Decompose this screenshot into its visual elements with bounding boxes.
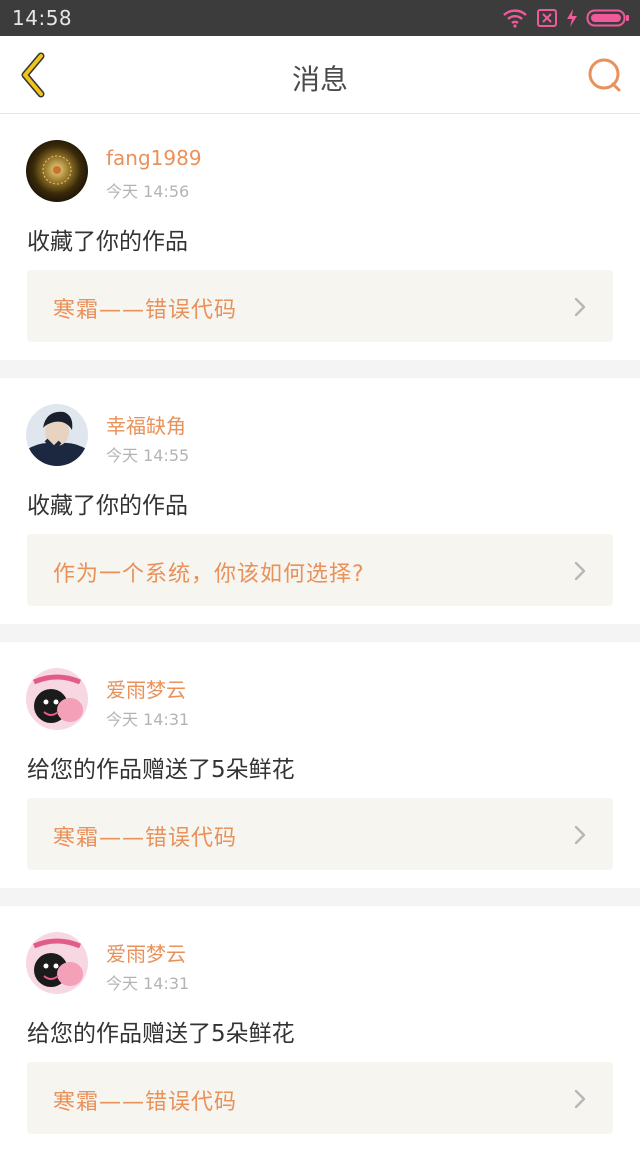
timestamp: 今天 14:56: [106, 182, 190, 201]
timestamp: 今天 14:55: [106, 446, 190, 465]
charging-icon: [567, 9, 577, 27]
message-card: 幸福缺角 今天 14:55 收藏了你的作品 作为一个系统，你该如何选择?: [0, 378, 640, 624]
chevron-right-icon: [574, 561, 586, 581]
work-title: 寒霜——错误代码: [53, 1090, 238, 1115]
avatar[interactable]: [26, 668, 88, 730]
work-link[interactable]: 寒霜——错误代码: [27, 270, 613, 342]
page-title: 消息: [291, 63, 348, 96]
avatar[interactable]: [26, 140, 88, 202]
timestamp: 今天 14:31: [106, 710, 190, 729]
avatar[interactable]: [26, 932, 88, 994]
chevron-right-icon: [574, 1089, 586, 1109]
user-name[interactable]: 爱雨梦云: [106, 674, 186, 703]
user-name[interactable]: 爱雨梦云: [106, 938, 186, 967]
search-icon: [588, 58, 621, 92]
message-card: 爱雨梦云 今天 14:31 给您的作品赠送了5朵鲜花 寒霜——错误代码: [0, 642, 640, 888]
message-card: fang1989 今天 14:56 收藏了你的作品 寒霜——错误代码: [0, 114, 640, 360]
work-link[interactable]: 作为一个系统，你该如何选择?: [27, 534, 613, 606]
no-sim-icon: [537, 9, 557, 27]
timestamp: 今天 14:31: [106, 974, 190, 993]
work-title: 寒霜——错误代码: [53, 826, 238, 851]
work-title: 寒霜——错误代码: [53, 298, 238, 323]
user-name[interactable]: 幸福缺角: [106, 410, 186, 439]
status-icons: [502, 7, 630, 29]
chevron-right-icon: [574, 825, 586, 845]
work-link[interactable]: 寒霜——错误代码: [27, 798, 613, 870]
search-button[interactable]: [584, 54, 626, 96]
status-time: 14:58: [12, 6, 73, 30]
battery-icon: [586, 9, 629, 27]
action-text: 给您的作品赠送了5朵鲜花: [27, 757, 295, 783]
message-card: 爱雨梦云 今天 14:31 给您的作品赠送了5朵鲜花 寒霜——错误代码: [0, 906, 640, 1152]
status-bar: 14:58: [0, 0, 640, 36]
work-title: 作为一个系统，你该如何选择?: [53, 562, 365, 587]
work-link[interactable]: 寒霜——错误代码: [27, 1062, 613, 1134]
wifi-icon: [503, 9, 527, 28]
action-text: 收藏了你的作品: [27, 493, 188, 519]
chevron-right-icon: [574, 297, 586, 317]
avatar[interactable]: [26, 404, 88, 466]
action-text: 收藏了你的作品: [27, 229, 188, 255]
message-list: fang1989 今天 14:56 收藏了你的作品 寒霜——错误代码 幸福缺角 …: [0, 114, 640, 1152]
top-bar: 消息: [0, 36, 640, 114]
user-name[interactable]: fang1989: [106, 146, 202, 170]
action-text: 给您的作品赠送了5朵鲜花: [27, 1021, 295, 1047]
